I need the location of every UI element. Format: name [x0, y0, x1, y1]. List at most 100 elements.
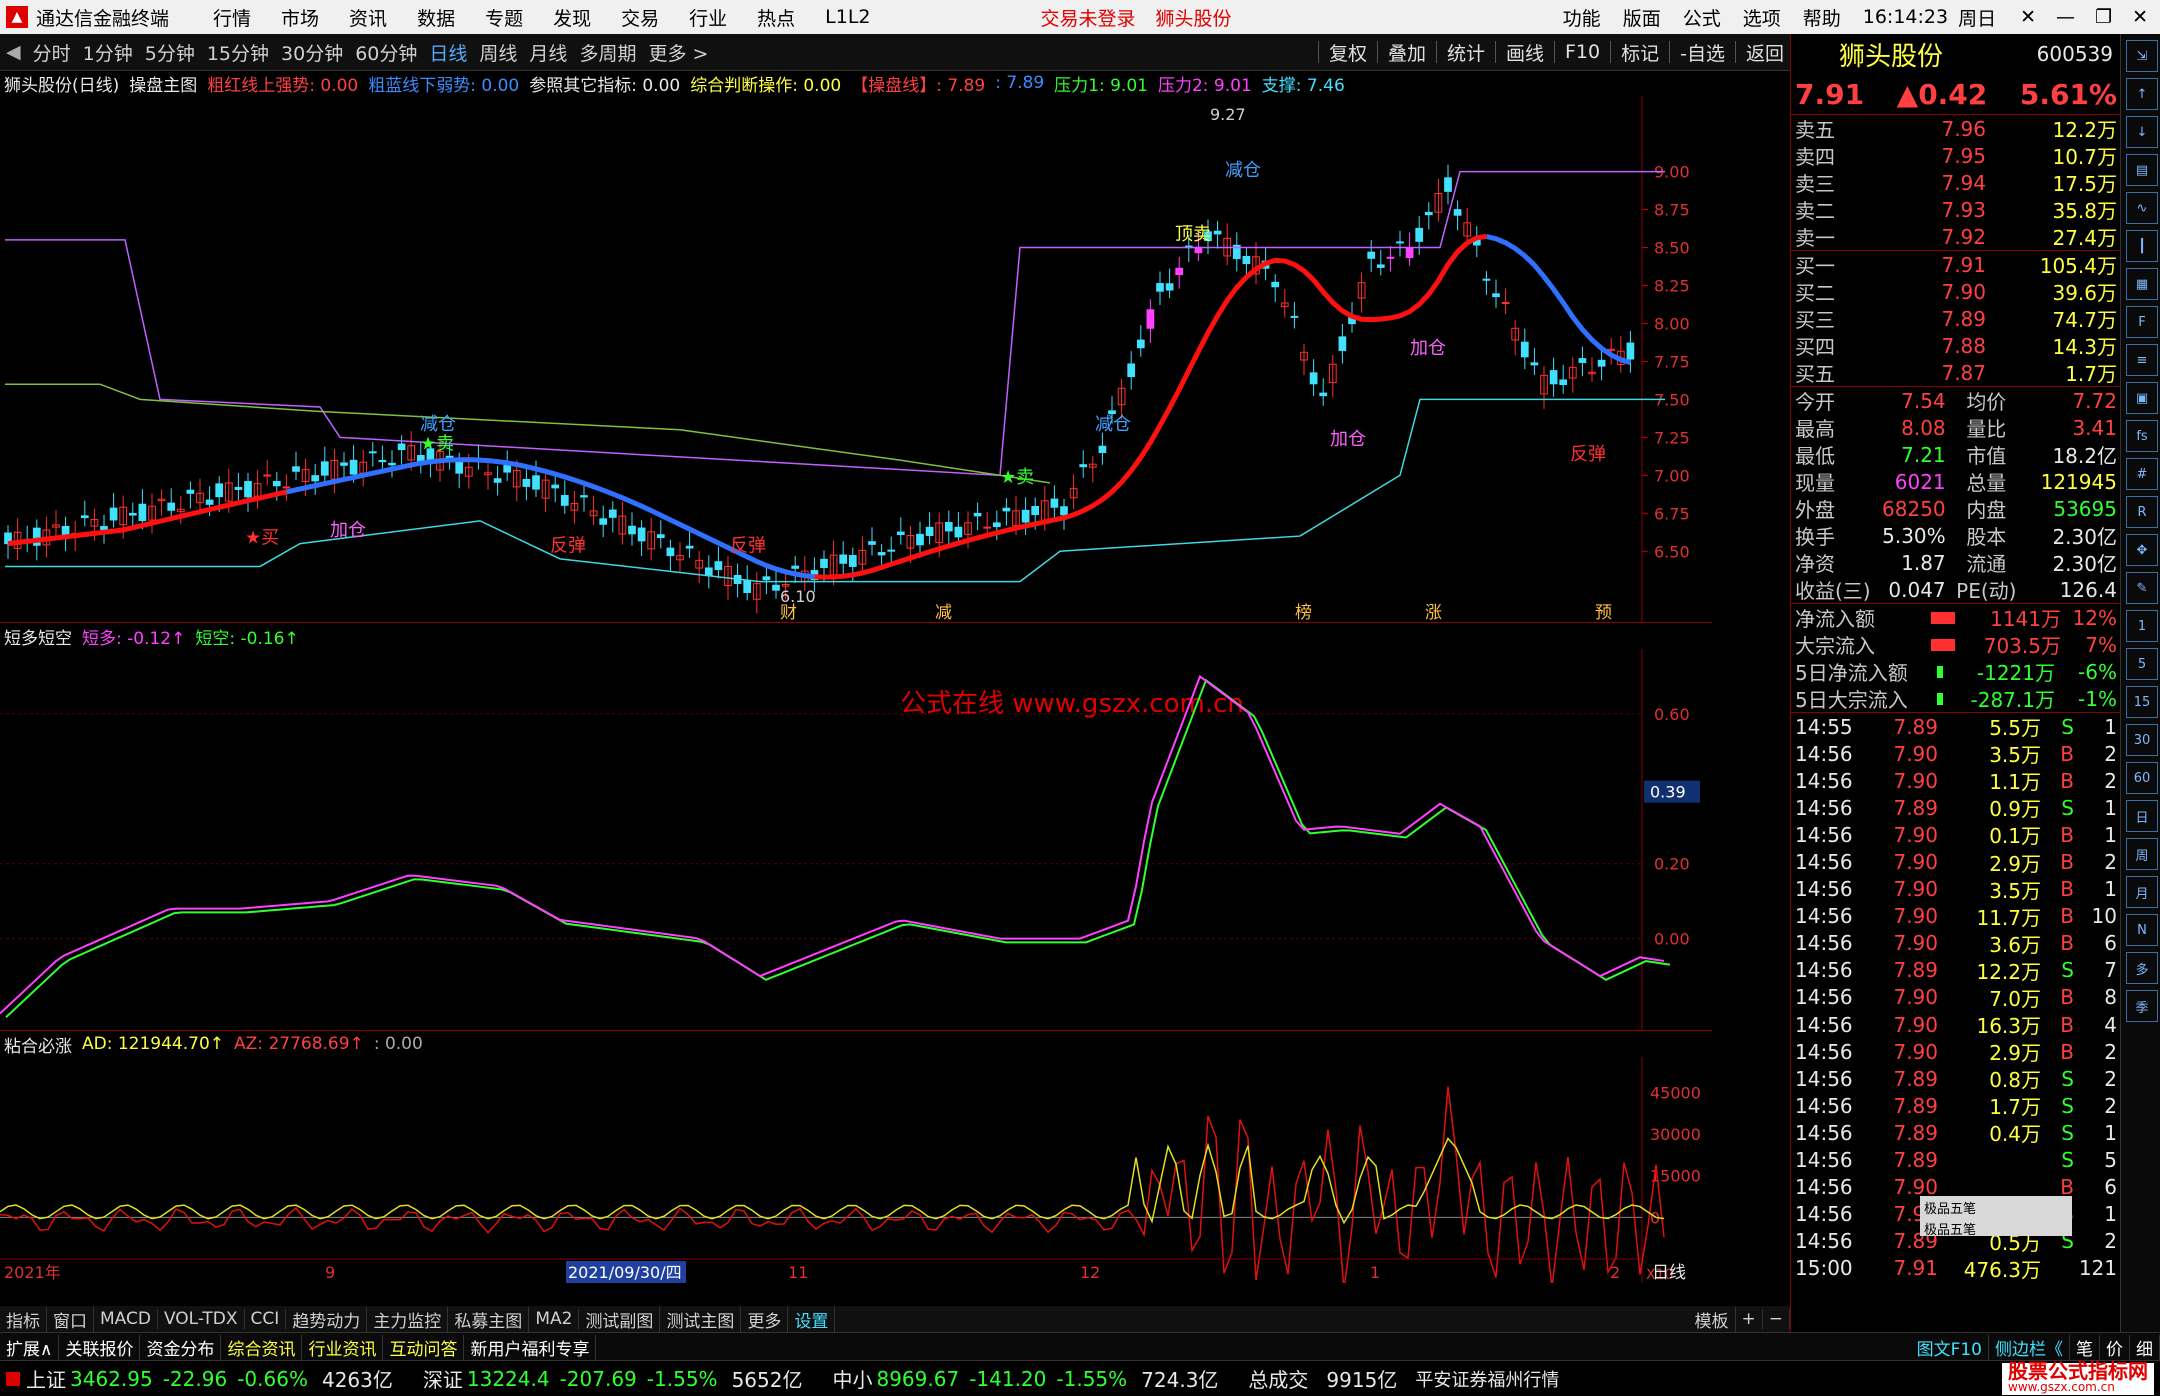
- right-menu-item[interactable]: 公式: [1683, 4, 1721, 31]
- tab-right-button[interactable]: +: [1736, 1309, 1763, 1329]
- period-tab[interactable]: 月线: [529, 39, 567, 66]
- menu-item[interactable]: 交易: [621, 4, 659, 31]
- period-tab[interactable]: 多周期: [579, 39, 636, 66]
- tab-right-button[interactable]: −: [1763, 1309, 1790, 1329]
- menu-item[interactable]: 热点: [757, 4, 795, 31]
- pencil-icon[interactable]: ✎: [2126, 572, 2158, 604]
- osc-name[interactable]: 短多短空: [4, 624, 72, 649]
- oscillator-chart[interactable]: 0.60 0.39 0.20 0.00: [0, 649, 1712, 1031]
- event-marker[interactable]: 减: [935, 603, 952, 622]
- season-icon[interactable]: 季: [2126, 990, 2158, 1022]
- toolbar-button[interactable]: F10: [1565, 41, 1600, 63]
- period-tab[interactable]: 周线: [479, 39, 517, 66]
- ext-tab[interactable]: 行业资讯: [302, 1334, 384, 1360]
- news-icon[interactable]: ≡: [2126, 344, 2158, 376]
- move-icon[interactable]: ✥: [2126, 534, 2158, 566]
- close-window-icon[interactable]: ✕: [2132, 6, 2148, 28]
- period-15-icon[interactable]: 15: [2126, 686, 2158, 718]
- indicator-tab[interactable]: CCI: [245, 1309, 287, 1329]
- expand-icon[interactable]: ⇲: [2126, 40, 2158, 72]
- period-5-icon[interactable]: 5: [2126, 648, 2158, 680]
- arrow-up-icon[interactable]: ↑: [2126, 78, 2158, 110]
- ext-tab[interactable]: 互动问答: [383, 1334, 465, 1360]
- menu-item[interactable]: 专题: [485, 4, 523, 31]
- menu-item[interactable]: 行业: [689, 4, 727, 31]
- multi-icon[interactable]: 多: [2126, 952, 2158, 984]
- year-icon[interactable]: N: [2126, 914, 2158, 946]
- arrow-down-icon[interactable]: ↓: [2126, 116, 2158, 148]
- event-marker[interactable]: 预: [1595, 603, 1612, 622]
- toolbar-button[interactable]: 返回: [1746, 39, 1784, 66]
- menu-item[interactable]: 市场: [281, 4, 319, 31]
- index-name[interactable]: 深证: [423, 1364, 463, 1393]
- indicator-tab[interactable]: 主力监控: [367, 1306, 449, 1332]
- menu-item[interactable]: 资讯: [349, 4, 387, 31]
- ext-tab[interactable]: 综合资讯: [221, 1334, 303, 1360]
- grid-icon[interactable]: ▣: [2126, 382, 2158, 414]
- rsi-icon[interactable]: R: [2126, 496, 2158, 528]
- calc-icon[interactable]: #: [2126, 458, 2158, 490]
- toolbar-button[interactable]: 叠加: [1388, 39, 1426, 66]
- ext-right-button[interactable]: 侧边栏《: [1989, 1334, 2070, 1360]
- indicator-tab[interactable]: 设置: [788, 1306, 836, 1332]
- right-menu-item[interactable]: 选项: [1743, 4, 1781, 31]
- ext-tab[interactable]: 关联报价: [59, 1334, 141, 1360]
- toolbar-button[interactable]: 统计: [1447, 39, 1485, 66]
- week-icon[interactable]: 周: [2126, 838, 2158, 870]
- period-60-icon[interactable]: 60: [2126, 762, 2158, 794]
- indicator-tab[interactable]: 窗口: [47, 1306, 94, 1332]
- trade-status[interactable]: 交易未登录: [1041, 4, 1136, 31]
- ext-right-button[interactable]: 图文F10: [1911, 1334, 1989, 1360]
- event-marker[interactable]: 涨: [1425, 603, 1442, 622]
- f10-icon[interactable]: F: [2126, 306, 2158, 338]
- index-name[interactable]: 中小: [832, 1364, 872, 1393]
- ad-chart[interactable]: 4500030000150000X102021年 9 2021/09/30/四 11 1…: [0, 1057, 1712, 1283]
- period-tab[interactable]: 分时: [33, 39, 71, 66]
- table-icon[interactable]: ▦: [2126, 268, 2158, 300]
- ext-tab[interactable]: 扩展∧: [0, 1334, 60, 1360]
- ext-tab[interactable]: 资金分布: [140, 1334, 222, 1360]
- period-tab[interactable]: 5分钟: [145, 39, 195, 66]
- toolbar-button[interactable]: 复权: [1329, 39, 1367, 66]
- ext-tab[interactable]: 新用户福利专享: [464, 1334, 597, 1360]
- tab-right-button[interactable]: 模板: [1689, 1306, 1736, 1332]
- close-icon[interactable]: ✕: [2020, 6, 2036, 28]
- ad-name[interactable]: 粘合必涨: [4, 1032, 72, 1057]
- menu-item[interactable]: L1L2: [825, 6, 870, 28]
- indicator-tab[interactable]: VOL-TDX: [158, 1309, 245, 1329]
- period-tab[interactable]: 15分钟: [207, 39, 269, 66]
- indicator-tab[interactable]: 更多: [741, 1306, 789, 1332]
- right-menu-item[interactable]: 版面: [1623, 4, 1661, 31]
- toolbar-button[interactable]: 标记: [1621, 39, 1659, 66]
- fs-icon[interactable]: fs: [2126, 420, 2158, 452]
- indicator-tab[interactable]: 私募主图: [448, 1306, 530, 1332]
- period-tab[interactable]: 30分钟: [281, 39, 343, 66]
- fold-icon[interactable]: ◀: [6, 41, 21, 63]
- index-name[interactable]: 上证: [26, 1364, 66, 1393]
- event-marker[interactable]: 榜: [1295, 603, 1312, 622]
- ext-right-button[interactable]: 细: [2130, 1334, 2160, 1360]
- ext-right-button[interactable]: 笔: [2070, 1334, 2100, 1360]
- day-icon[interactable]: 日: [2126, 800, 2158, 832]
- ext-right-button[interactable]: 价: [2100, 1334, 2130, 1360]
- period-tab[interactable]: 更多 >: [648, 39, 708, 66]
- indicator-tab[interactable]: 测试主图: [660, 1306, 742, 1332]
- period-tab[interactable]: 60分钟: [355, 39, 417, 66]
- menu-item[interactable]: 数据: [417, 4, 455, 31]
- indicator-tab[interactable]: 指标: [0, 1306, 47, 1332]
- kline-icon[interactable]: ┃: [2126, 230, 2158, 262]
- main-chart-panel[interactable]: 狮头股份(日线) 操盘主图 粗红线上强势: 0.00 粗蓝线下弱势: 0.00 …: [0, 70, 1712, 622]
- menu-item[interactable]: 行情: [213, 4, 251, 31]
- toolbar-button[interactable]: 画线: [1506, 39, 1544, 66]
- oscillator-panel[interactable]: 短多短空 短多: -0.12↑ 短空: -0.16↑ 公式在线 www.gszx…: [0, 622, 1712, 1031]
- line-chart-icon[interactable]: ∿: [2126, 192, 2158, 224]
- toolbar-button[interactable]: -自选: [1680, 39, 1725, 66]
- candlestick-chart[interactable]: 9.008.758.508.258.007.757.507.257.006.75…: [0, 96, 1712, 622]
- period-tab[interactable]: 日线: [429, 39, 467, 66]
- indicator-tab[interactable]: 趋势动力: [286, 1306, 368, 1332]
- restore-icon[interactable]: ❐: [2095, 6, 2112, 28]
- indicator-tab[interactable]: 测试副图: [579, 1306, 661, 1332]
- menu-item[interactable]: 发现: [553, 4, 591, 31]
- main-indicator-name[interactable]: 操盘主图: [129, 71, 197, 96]
- minimize-icon[interactable]: —: [2056, 6, 2075, 28]
